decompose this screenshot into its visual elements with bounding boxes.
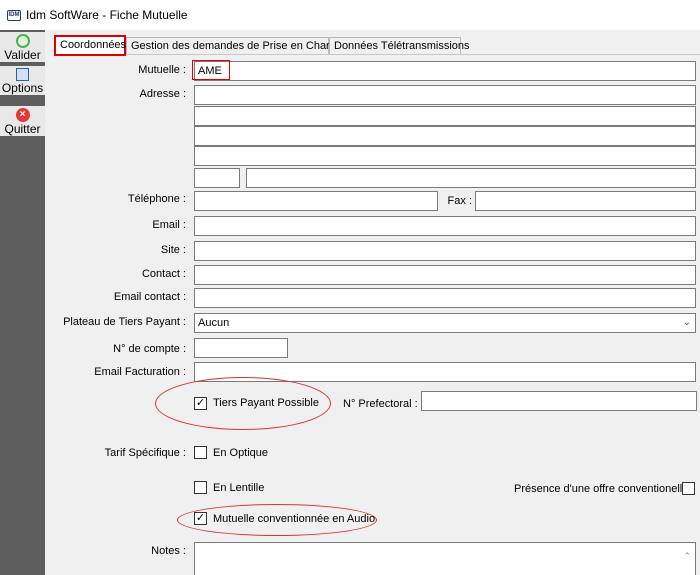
app-logo-icon: IDM xyxy=(7,9,21,21)
adresse-line-1[interactable] xyxy=(194,85,696,105)
email-label: Email : xyxy=(152,219,186,231)
title-bar: IDM Idm SoftWare - Fiche Mutuelle xyxy=(0,0,700,30)
notes-label: Notes : xyxy=(151,545,186,557)
quitter-label: Quitter xyxy=(4,122,41,136)
adresse-label: Adresse : xyxy=(139,88,186,100)
mutuelle-label: Mutuelle : xyxy=(138,64,186,76)
fax-input[interactable] xyxy=(475,191,696,211)
code-postal-input[interactable] xyxy=(194,168,240,188)
valider-button[interactable]: Valider xyxy=(0,32,45,62)
en-optique-label: En Optique xyxy=(213,447,269,459)
options-label: Options xyxy=(1,81,44,95)
adresse-line-4[interactable] xyxy=(194,146,696,166)
offre-conventionelle-checkbox[interactable] xyxy=(682,482,695,495)
tab-gestion-prise-en-charge[interactable]: Gestion des demandes de Prise en Charge xyxy=(126,37,342,54)
prefectoral-label: N° Prefectoral : xyxy=(343,398,418,410)
en-optique-checkbox[interactable] xyxy=(194,446,207,459)
adresse-line-2[interactable] xyxy=(194,106,696,126)
email-facturation-label: Email Facturation : xyxy=(94,366,186,378)
adresse-line-3[interactable] xyxy=(194,126,696,146)
plateau-tiers-payant-select[interactable]: Aucun ⌄ xyxy=(194,313,696,333)
checkmark-circle-icon xyxy=(15,34,30,48)
compte-input[interactable] xyxy=(194,338,288,358)
plateau-selected-value: Aucun xyxy=(198,317,230,329)
ville-input[interactable] xyxy=(246,168,696,188)
contact-label: Contact : xyxy=(141,268,186,280)
tarif-specifique-label: Tarif Spécifique : xyxy=(104,447,186,459)
notes-textarea[interactable]: ⌃ xyxy=(194,542,696,575)
mutuelle-input[interactable]: AME xyxy=(194,61,696,81)
offre-conventionelle-label: Présence d'une offre conventionelle xyxy=(514,483,689,495)
site-label: Site : xyxy=(160,244,186,256)
telephone-label: Téléphone : xyxy=(127,193,186,205)
email-contact-input[interactable] xyxy=(194,288,696,308)
contact-input[interactable] xyxy=(194,265,696,285)
site-input[interactable] xyxy=(194,241,696,261)
tab-coordonnees[interactable]: Coordonnées xyxy=(54,35,126,56)
sidebar: Valider Options × Quitter xyxy=(0,30,45,575)
tiers-payant-checkbox[interactable]: ✓ xyxy=(194,397,207,410)
quitter-button[interactable]: × Quitter xyxy=(0,106,45,136)
audio-checkbox[interactable]: ✓ xyxy=(194,512,207,525)
email-input[interactable] xyxy=(194,216,696,236)
audio-label: Mutuelle conventionnée en Audio xyxy=(213,513,376,525)
mutuelle-highlight xyxy=(192,60,230,80)
compte-label: N° de compte : xyxy=(113,343,186,355)
options-button[interactable]: Options xyxy=(0,66,45,95)
en-lentille-label: En Lentille xyxy=(213,482,265,494)
tiers-payant-label: Tiers Payant Possible xyxy=(213,397,319,409)
tab-teletransmissions[interactable]: Données Télétransmissions xyxy=(329,37,470,54)
fax-label: Fax : xyxy=(447,195,472,207)
plateau-tiers-payant-label: Plateau de Tiers Payant : xyxy=(63,316,186,328)
scroll-up-icon[interactable]: ⌃ xyxy=(683,547,691,565)
telephone-input[interactable] xyxy=(194,191,438,211)
close-icon: × xyxy=(15,108,30,122)
en-lentille-checkbox[interactable] xyxy=(194,481,207,494)
chevron-down-icon: ⌄ xyxy=(682,317,691,328)
prefectoral-input[interactable] xyxy=(421,391,697,411)
options-icon xyxy=(16,68,29,81)
window-title: Idm SoftWare - Fiche Mutuelle xyxy=(26,8,188,22)
email-contact-label: Email contact : xyxy=(113,291,186,303)
valider-label: Valider xyxy=(4,48,41,62)
